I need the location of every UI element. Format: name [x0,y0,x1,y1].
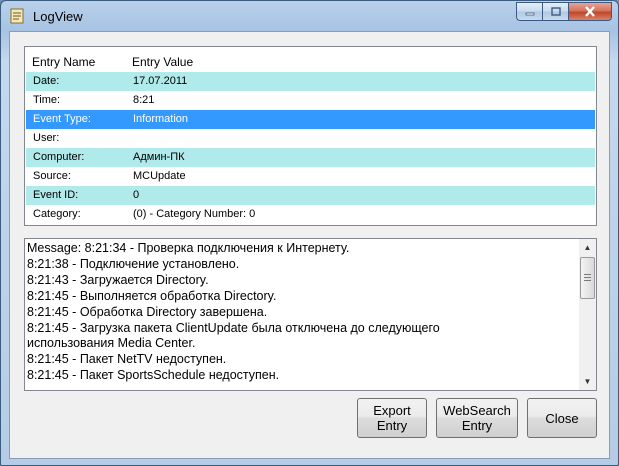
grid-row-user[interactable]: User: [26,129,595,148]
grid-row-event-id[interactable]: Event ID: 0 [26,186,595,205]
minimize-button[interactable] [516,2,542,21]
row-name: Event ID: [33,189,79,201]
maximize-button[interactable] [542,2,568,21]
close-window-button[interactable] [568,2,612,21]
window-title: LogView [33,9,83,24]
message-line: 8:21:45 - Пакет NetTV недоступен. [27,352,227,367]
message-text: Message: 8:21:34 - Проверка подключения … [27,241,575,384]
row-value: 17.07.2011 [133,75,188,87]
row-name: Date: [33,75,60,87]
row-value: Админ-ПК [133,151,185,163]
grid-row-date[interactable]: Date: 17.07.2011 [26,72,595,91]
minimize-icon [525,12,534,15]
column-header-entry-value[interactable]: Entry Value [132,55,193,69]
grid-row-computer[interactable]: Computer: Админ-ПК [26,148,595,167]
row-value: Information [133,113,189,125]
row-name: Category: [33,208,81,220]
column-header-entry-name[interactable]: Entry Name [32,55,95,69]
scroll-up-arrow-icon[interactable]: ▲ [579,239,596,256]
row-value: (0) - Category Number: 0 [133,208,256,220]
message-textbox[interactable]: Message: 8:21:34 - Проверка подключения … [24,238,597,391]
websearch-entry-label: WebSearch Entry [443,403,511,433]
log-document-icon [10,8,24,24]
grid-row-time[interactable]: Time: 8:21 [26,91,595,110]
message-line: 8:21:45 - Обработка Directory завершена. [27,304,268,319]
row-value: 8:21 [133,94,155,106]
export-entry-button[interactable]: Export Entry [357,398,427,438]
entry-grid[interactable]: Entry Name Entry Value Date: 17.07.2011 … [24,46,597,226]
export-entry-label: Export Entry [373,403,411,433]
row-value: MCUpdate [133,170,186,182]
close-button[interactable]: Close [527,398,597,438]
maximize-icon [550,7,561,16]
message-line: 8:21:45 - Загрузка пакета ClientUpdate б… [27,320,440,335]
row-value: 0 [133,189,140,201]
message-line: 8:21:45 - Выполняется обработка Director… [27,288,277,303]
title-bar[interactable]: LogView [1,1,618,31]
message-line: 8:21:38 - Подключение установлено. [27,256,240,271]
close-icon [585,6,595,17]
grid-row-event-type[interactable]: Event Type: Information [26,110,595,129]
logview-window: LogView Entry Name Entry Value Date: 17.… [0,0,619,466]
scrollbar-thumb[interactable] [580,257,595,299]
grid-row-source[interactable]: Source: MCUpdate [26,167,595,186]
message-line: Message: 8:21:34 - Проверка подключения … [27,241,350,255]
message-line: использования Media Center. [27,336,196,351]
scroll-down-arrow-icon[interactable]: ▼ [579,373,596,390]
message-line: 8:21:45 - Пакет SportsSchedule недоступе… [27,368,280,383]
grid-header: Entry Name Entry Value [25,47,596,71]
grid-row-category[interactable]: Category: (0) - Category Number: 0 [26,205,595,224]
row-name: Source: [33,170,71,182]
row-name: Computer: [33,151,85,163]
message-line: 8:21:43 - Загружается Directory. [27,272,209,287]
caption-buttons [516,2,612,21]
websearch-entry-button[interactable]: WebSearch Entry [436,398,518,438]
row-name: Event Type: [33,113,91,125]
row-name: User: [33,132,60,144]
message-scrollbar[interactable]: ▲ ▼ [579,239,596,390]
close-label: Close [545,410,579,426]
row-name: Time: [33,94,61,106]
client-area: Entry Name Entry Value Date: 17.07.2011 … [9,31,610,459]
